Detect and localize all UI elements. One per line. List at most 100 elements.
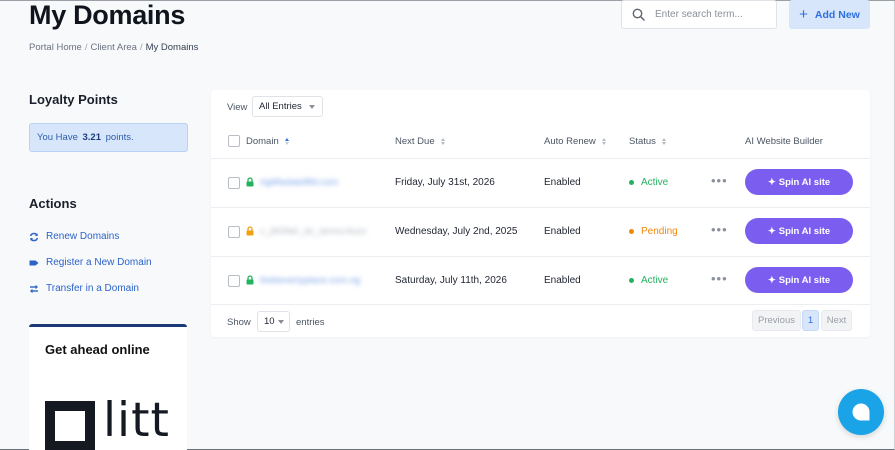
column-header-auto-renew[interactable]: Auto Renew	[544, 136, 606, 147]
row-checkbox[interactable]	[228, 275, 240, 287]
auto-renew-value: Enabled	[544, 177, 581, 188]
status-badge: Active	[629, 275, 668, 286]
spin-ai-site-button[interactable]: ✦ Spin AI site	[745, 169, 853, 195]
sort-icon	[601, 138, 606, 145]
action-transfer-domain[interactable]: Transfer in a Domain	[29, 283, 139, 294]
loyalty-prefix: You Have	[37, 132, 78, 143]
breadcrumb-client-area[interactable]: Client Area	[90, 42, 136, 53]
status-badge: Active	[629, 177, 668, 188]
button-label: Spin AI site	[778, 274, 831, 286]
pagination-next[interactable]: Next	[821, 310, 852, 331]
column-header-ai-website-builder: AI Website Builder	[745, 136, 823, 147]
column-header-status[interactable]: Status	[629, 136, 666, 147]
status-label: Pending	[641, 226, 678, 237]
action-label: Transfer in a Domain	[46, 283, 139, 294]
breadcrumb: Portal Home / Client Area / My Domains	[29, 42, 199, 53]
search-input[interactable]	[655, 9, 765, 20]
status-dot-icon	[629, 180, 634, 185]
show-label: Show	[227, 317, 251, 328]
transfer-icon	[30, 284, 38, 293]
next-due-date: Saturday, July 11th, 2026	[395, 275, 507, 286]
status-label: Active	[641, 177, 669, 188]
sort-icon	[661, 138, 666, 145]
column-label: Status	[629, 136, 656, 147]
more-options-icon[interactable]: •••	[711, 271, 728, 286]
pagination-previous[interactable]: Previous	[752, 310, 801, 331]
sort-icon	[284, 138, 289, 145]
domains-table-card: View All Entries Domain Next Due Auto Re…	[211, 90, 870, 337]
table-row[interactable]: thebeveriyplace.com.ng Saturday, July 11…	[211, 256, 870, 305]
action-label: Renew Domains	[46, 231, 120, 242]
status-dot-icon	[629, 278, 634, 283]
chat-widget-button[interactable]	[838, 389, 884, 435]
pagination-page-1[interactable]: 1	[802, 310, 819, 331]
row-checkbox[interactable]	[228, 177, 240, 189]
loyalty-suffix: points.	[105, 132, 134, 143]
table-row[interactable]: rigilifadatellfld.com Friday, July 31st,…	[211, 158, 870, 207]
page-size-select[interactable]: 10	[257, 311, 290, 332]
search-icon	[632, 8, 645, 21]
action-register-domain[interactable]: Register a New Domain	[29, 257, 152, 268]
sort-icon	[440, 138, 445, 145]
view-label: View	[227, 102, 248, 113]
spin-ai-site-button[interactable]: ✦ Spin AI site	[745, 218, 853, 244]
column-header-next-due[interactable]: Next Due	[395, 136, 445, 147]
status-dot-icon	[629, 229, 634, 234]
promo-card[interactable]: Get ahead online litt	[29, 324, 187, 450]
more-options-icon[interactable]: •••	[711, 173, 728, 188]
page-size-value: 10	[264, 316, 275, 327]
lock-icon	[246, 226, 254, 236]
column-label: Auto Renew	[544, 136, 596, 147]
tag-icon	[29, 260, 39, 265]
logo-text: litt	[103, 393, 170, 448]
sparkle-icon: ✦	[767, 176, 776, 188]
column-label: Next Due	[395, 136, 435, 147]
auto-renew-value: Enabled	[544, 226, 581, 237]
status-badge: Pending	[629, 226, 678, 237]
column-header-domain[interactable]: Domain	[246, 136, 289, 147]
domain-link[interactable]: c_j9t2fa0_dz_dzmcc4uzx	[260, 226, 367, 237]
loyalty-points-value: 3.21	[82, 132, 102, 143]
status-label: Active	[641, 275, 669, 286]
loyalty-points-box: You Have 3.21 points.	[29, 123, 188, 152]
domain-link[interactable]: rigilifadatellfld.com	[260, 177, 338, 188]
search-box[interactable]	[621, 0, 777, 29]
lock-icon	[246, 177, 254, 187]
chevron-down-icon	[309, 105, 315, 109]
plus-icon: +	[799, 6, 808, 23]
sparkle-icon: ✦	[767, 225, 776, 237]
add-new-button[interactable]: + Add New	[789, 0, 870, 29]
action-label: Register a New Domain	[46, 257, 152, 268]
promo-title: Get ahead online	[45, 342, 150, 357]
more-options-icon[interactable]: •••	[711, 222, 728, 237]
logo-square-icon	[45, 401, 95, 450]
auto-renew-value: Enabled	[544, 275, 581, 286]
breadcrumb-current: My Domains	[145, 42, 199, 53]
action-renew-domains[interactable]: Renew Domains	[29, 231, 119, 242]
spin-ai-site-button[interactable]: ✦ Spin AI site	[745, 267, 853, 293]
entries-label: entries	[296, 317, 325, 328]
promo-logo: litt	[45, 393, 170, 450]
select-all-checkbox[interactable]	[228, 135, 240, 147]
button-label: Spin AI site	[778, 225, 831, 237]
chat-bubble-icon	[852, 403, 870, 421]
add-new-label: Add New	[814, 8, 860, 21]
column-label: Domain	[246, 136, 279, 147]
chevron-down-icon	[278, 320, 284, 324]
button-label: Spin AI site	[778, 176, 831, 188]
row-checkbox[interactable]	[228, 226, 240, 238]
column-label: AI Website Builder	[745, 136, 823, 147]
table-footer: Show 10 entries Previous 1 Next	[211, 304, 870, 337]
breadcrumb-portal-home[interactable]: Portal Home	[29, 42, 82, 53]
table-row[interactable]: c_j9t2fa0_dz_dzmcc4uzx Wednesday, July 2…	[211, 207, 870, 256]
domain-link[interactable]: thebeveriyplace.com.ng	[260, 275, 360, 286]
view-filter-select[interactable]: All Entries	[252, 96, 323, 117]
view-filter-value: All Entries	[259, 101, 302, 112]
loyalty-heading: Loyalty Points	[29, 92, 118, 107]
sparkle-icon: ✦	[767, 274, 776, 286]
next-due-date: Friday, July 31st, 2026	[395, 177, 495, 188]
lock-icon	[246, 275, 254, 285]
next-due-date: Wednesday, July 2nd, 2025	[395, 226, 518, 237]
page-title: My Domains	[29, 0, 186, 30]
refresh-icon	[29, 232, 39, 241]
